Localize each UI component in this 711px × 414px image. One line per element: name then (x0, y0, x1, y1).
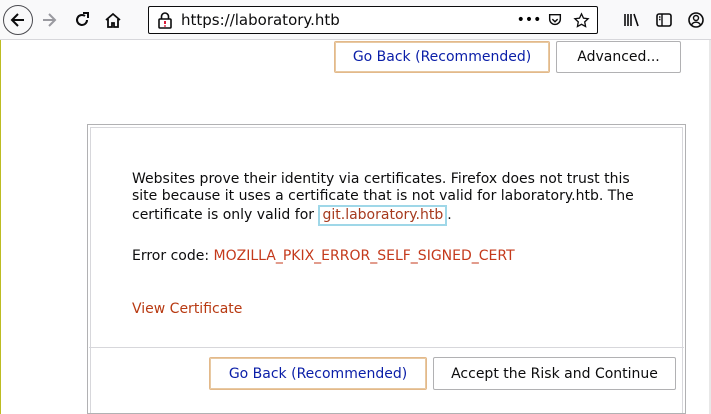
reload-button[interactable] (68, 6, 96, 34)
cert-host-link[interactable]: git.laboratory.htb (318, 205, 448, 226)
sidebar-icon[interactable] (652, 8, 676, 32)
star-icon[interactable] (571, 10, 591, 30)
top-go-back-button[interactable]: Go Back (Recommended) (334, 41, 550, 73)
browser-toolbar: https://laboratory.htb ••• (0, 0, 711, 40)
arrow-left-icon (10, 13, 24, 27)
forward-button[interactable] (35, 6, 63, 34)
library-icon[interactable] (620, 8, 644, 32)
url-bar[interactable]: https://laboratory.htb ••• (148, 6, 598, 34)
back-button[interactable] (3, 5, 33, 35)
panel-divider (89, 347, 684, 348)
error-code-link[interactable]: MOZILLA_PKIX_ERROR_SELF_SIGNED_CERT (214, 248, 515, 264)
advanced-button[interactable]: Advanced... (556, 41, 681, 73)
error-code-line: Error code: MOZILLA_PKIX_ERROR_SELF_SIGN… (132, 248, 515, 264)
warning-lock-icon (158, 12, 172, 29)
url-text[interactable]: https://laboratory.htb (181, 11, 340, 29)
home-icon (105, 12, 121, 28)
error-code-label: Error code: (132, 248, 214, 264)
certificate-description: Websites prove their identity via certif… (132, 171, 652, 226)
page-left-border (0, 40, 1, 414)
pocket-icon[interactable] (545, 10, 565, 30)
accept-risk-button[interactable]: Accept the Risk and Continue (433, 357, 676, 390)
reload-icon (76, 12, 89, 26)
ellipsis-icon[interactable]: ••• (517, 10, 542, 30)
home-button[interactable] (99, 6, 127, 34)
arrow-right-icon (43, 13, 57, 27)
panel-go-back-button[interactable]: Go Back (Recommended) (209, 357, 427, 390)
view-certificate-link[interactable]: View Certificate (132, 301, 242, 317)
account-icon[interactable] (684, 8, 708, 32)
description-end: . (447, 207, 452, 223)
